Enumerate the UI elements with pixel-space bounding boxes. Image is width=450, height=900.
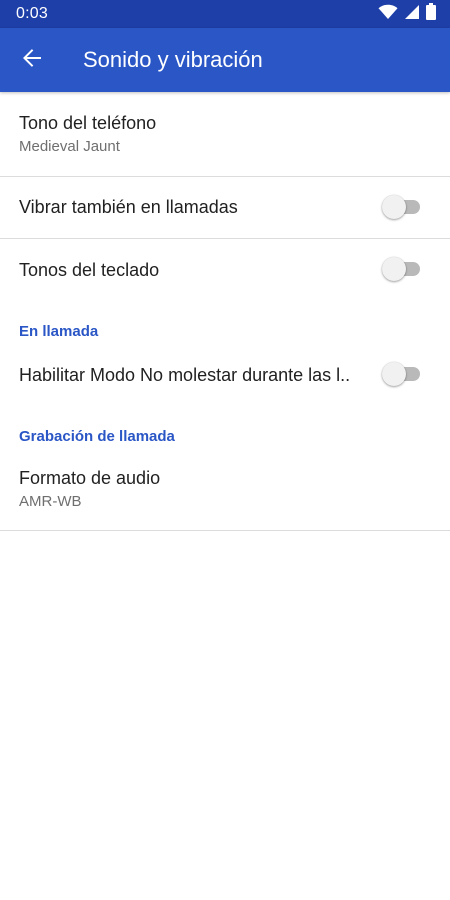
switch-thumb: [382, 362, 406, 386]
back-button[interactable]: [14, 42, 50, 78]
pref-audio-format-summary: AMR-WB: [19, 493, 82, 510]
pref-ringtone[interactable]: Tono del teléfono Medieval Jaunt: [0, 92, 450, 176]
pref-dnd[interactable]: Habilitar Modo No molestar durante las l…: [0, 345, 450, 407]
category-call-recording: Grabación de llamada: [19, 428, 175, 445]
app-bar: Sonido y vibración: [0, 28, 450, 92]
pref-audio-format[interactable]: Formato de audio AMR-WB: [0, 447, 450, 530]
screen: 0:03 Sonido y vibración Tono del teléfon…: [0, 0, 450, 900]
dnd-switch[interactable]: [382, 362, 420, 386]
status-icons: [378, 3, 436, 25]
dialpad-tones-switch[interactable]: [382, 257, 420, 281]
wifi-icon: [378, 4, 398, 25]
pref-ringtone-summary: Medieval Jaunt: [19, 138, 120, 155]
category-in-call: En llamada: [19, 323, 99, 340]
switch-thumb: [382, 257, 406, 281]
pref-vibrate[interactable]: Vibrar también en llamadas: [0, 177, 450, 238]
signal-icon: [404, 4, 420, 25]
status-time: 0:03: [16, 5, 48, 22]
pref-audio-format-title: Formato de audio: [19, 468, 161, 488]
vibrate-switch[interactable]: [382, 195, 420, 219]
pref-dialpad-tones[interactable]: Tonos del teclado: [0, 239, 450, 301]
page-title: Sonido y vibración: [83, 47, 263, 72]
pref-ringtone-title: Tono del teléfono: [19, 113, 157, 133]
divider: [0, 530, 450, 531]
pref-dialpad-tones-title: Tonos del teclado: [19, 260, 160, 280]
arrow-back-icon: [22, 48, 42, 73]
pref-vibrate-title: Vibrar también en llamadas: [19, 197, 238, 217]
status-bar: 0:03: [0, 0, 450, 28]
battery-icon: [426, 3, 436, 25]
pref-dnd-title: Habilitar Modo No molestar durante las l…: [19, 365, 351, 385]
switch-thumb: [382, 195, 406, 219]
